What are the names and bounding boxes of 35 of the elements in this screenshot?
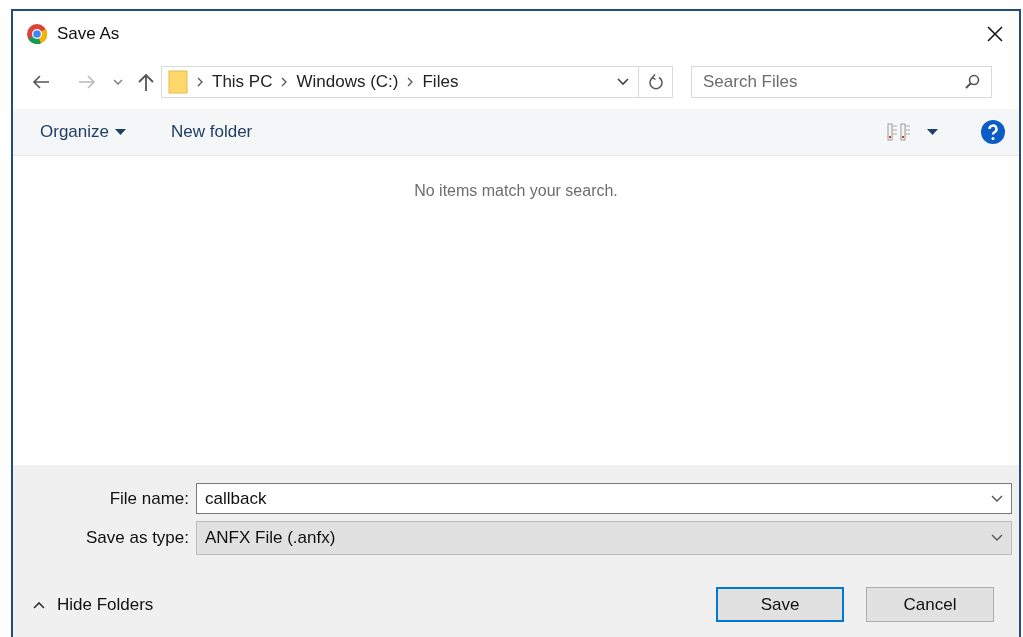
new-folder-button[interactable]: New folder <box>171 119 253 145</box>
field-label: File name: <box>108 487 190 510</box>
refresh-icon <box>648 74 663 90</box>
type-dropdown[interactable]: ANFX File (.anfx) <box>196 521 1012 555</box>
breadcrumb-item[interactable]: Windows (C:) <box>296 69 399 95</box>
chevron-icon <box>280 77 289 87</box>
dropdown-chevron-icon[interactable] <box>616 77 630 87</box>
hide-folders-button[interactable]: Hide Folders <box>33 591 154 618</box>
search-field[interactable]: Search Files <box>691 66 992 98</box>
address-bar[interactable]: This PC Windows (C:) Files <box>161 66 639 98</box>
cancel-button[interactable]: Cancel <box>866 587 994 622</box>
dropdown-caret-icon[interactable] <box>113 78 123 86</box>
browser-logo-icon <box>26 23 48 45</box>
window-title: Save As <box>57 23 120 46</box>
help-icon[interactable] <box>980 119 1006 145</box>
file-name-field[interactable]: callback <box>196 483 1012 514</box>
save-button[interactable]: Save <box>716 587 844 622</box>
breadcrumb-item[interactable]: This PC <box>212 69 273 95</box>
folder-icon <box>168 70 188 94</box>
refresh-button[interactable] <box>639 66 673 98</box>
caret-icon <box>115 129 126 135</box>
chevron-icon <box>406 77 415 87</box>
field-label: Save as type: <box>85 527 190 550</box>
back-arrow-icon[interactable] <box>31 74 51 90</box>
search-icon <box>964 74 980 90</box>
organize-button[interactable]: Organize <box>40 119 126 145</box>
chevron-icon <box>196 77 204 87</box>
chevron-up-icon <box>33 600 45 609</box>
up-arrow-icon[interactable] <box>137 72 155 92</box>
close-icon <box>987 26 1003 42</box>
dropdown-chevron-icon[interactable] <box>991 495 1003 503</box>
caret-icon[interactable] <box>927 129 938 135</box>
dropdown-chevron-icon <box>991 534 1003 542</box>
breadcrumb-item[interactable]: Files <box>422 69 459 95</box>
empty-message: No items match your search. <box>414 181 618 199</box>
